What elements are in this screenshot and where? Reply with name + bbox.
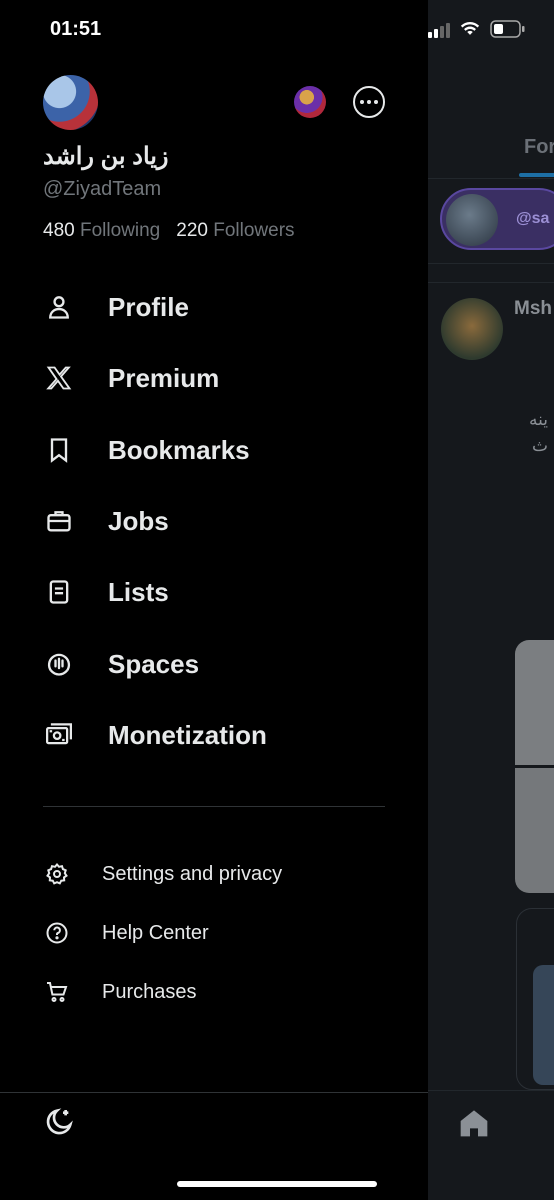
person-icon (44, 292, 74, 322)
spaces-icon (44, 649, 74, 679)
post-author[interactable]: Msh (514, 298, 552, 320)
followers-label: Followers (213, 220, 295, 241)
x-logo-icon (44, 363, 74, 393)
follow-stats: 480 Following 220 Followers (43, 220, 295, 242)
tab-indicator (519, 173, 554, 177)
menu-label: Lists (108, 576, 169, 607)
menu-item-bookmarks[interactable]: Bookmarks (0, 422, 428, 478)
menu-label: Spaces (108, 648, 200, 679)
post-image[interactable] (515, 768, 554, 893)
following-label: Following (79, 220, 161, 241)
bookmark-icon (44, 435, 74, 465)
menu-item-premium[interactable]: Premium (0, 350, 428, 406)
followers-link[interactable]: 220 Followers (176, 220, 294, 241)
account-handle: @ZiyadTeam (43, 178, 162, 200)
spaces-pill[interactable]: @sa (440, 188, 554, 250)
help-center[interactable]: Help Center (0, 910, 428, 956)
avatar (446, 194, 498, 246)
menu-item-spaces[interactable]: Spaces (0, 636, 428, 692)
avatar[interactable] (43, 75, 98, 130)
menu-item-jobs[interactable]: Jobs (0, 493, 428, 549)
money-icon (44, 720, 74, 750)
divider (43, 806, 385, 807)
wifi-icon (460, 21, 480, 35)
menu-label: Profile (108, 291, 189, 322)
tab-for-you[interactable]: For (524, 136, 554, 159)
list-icon (44, 577, 74, 607)
menu-label: Jobs (108, 505, 169, 536)
embedded-card[interactable] (516, 908, 554, 1090)
account-name: زياد بن راشد (43, 143, 169, 170)
status-time: 01:51 (50, 18, 102, 40)
dark-mode-icon[interactable] (43, 1106, 75, 1138)
card-media (533, 965, 554, 1085)
menu-item-profile[interactable]: Profile (0, 279, 428, 335)
cart-icon (44, 979, 70, 1005)
more-accounts-button[interactable] (353, 86, 385, 118)
following-link[interactable]: 480 Following (43, 220, 160, 241)
menu-label: Help Center (102, 921, 209, 944)
divider (428, 282, 554, 283)
cellular-signal-icon (428, 23, 450, 38)
settings-and-privacy[interactable]: Settings and privacy (0, 851, 428, 897)
gear-icon (44, 861, 70, 887)
home-indicator[interactable] (177, 1181, 377, 1187)
divider (428, 178, 554, 179)
followers-count: 220 (176, 220, 208, 241)
side-drawer: 01:51 زياد بن راشد @ZiyadTeam 480 Follow… (0, 0, 428, 1200)
menu-label: Monetization (108, 719, 267, 750)
post-avatar[interactable] (441, 298, 503, 360)
switch-account-avatar[interactable] (294, 86, 326, 118)
menu-item-monetization[interactable]: Monetization (0, 707, 428, 763)
menu-label: Bookmarks (108, 434, 250, 465)
background-timeline: For @sa Msh ينه ث (428, 0, 554, 1200)
menu-label: Settings and privacy (102, 862, 283, 885)
briefcase-icon (44, 506, 74, 536)
menu-item-lists[interactable]: Lists (0, 564, 428, 620)
post-image[interactable] (515, 640, 554, 765)
pill-handle: @sa (516, 210, 550, 227)
bottom-nav (428, 1090, 554, 1200)
following-count: 480 (43, 220, 75, 241)
menu-label: Premium (108, 362, 220, 393)
divider (428, 263, 554, 264)
home-icon[interactable] (458, 1107, 490, 1139)
battery-icon (490, 20, 525, 38)
post-text: ث (531, 436, 548, 455)
divider (0, 1092, 428, 1093)
purchases[interactable]: Purchases (0, 969, 428, 1015)
menu-label: Purchases (102, 980, 197, 1003)
post-text: ينه (529, 410, 548, 429)
help-icon (44, 920, 70, 946)
